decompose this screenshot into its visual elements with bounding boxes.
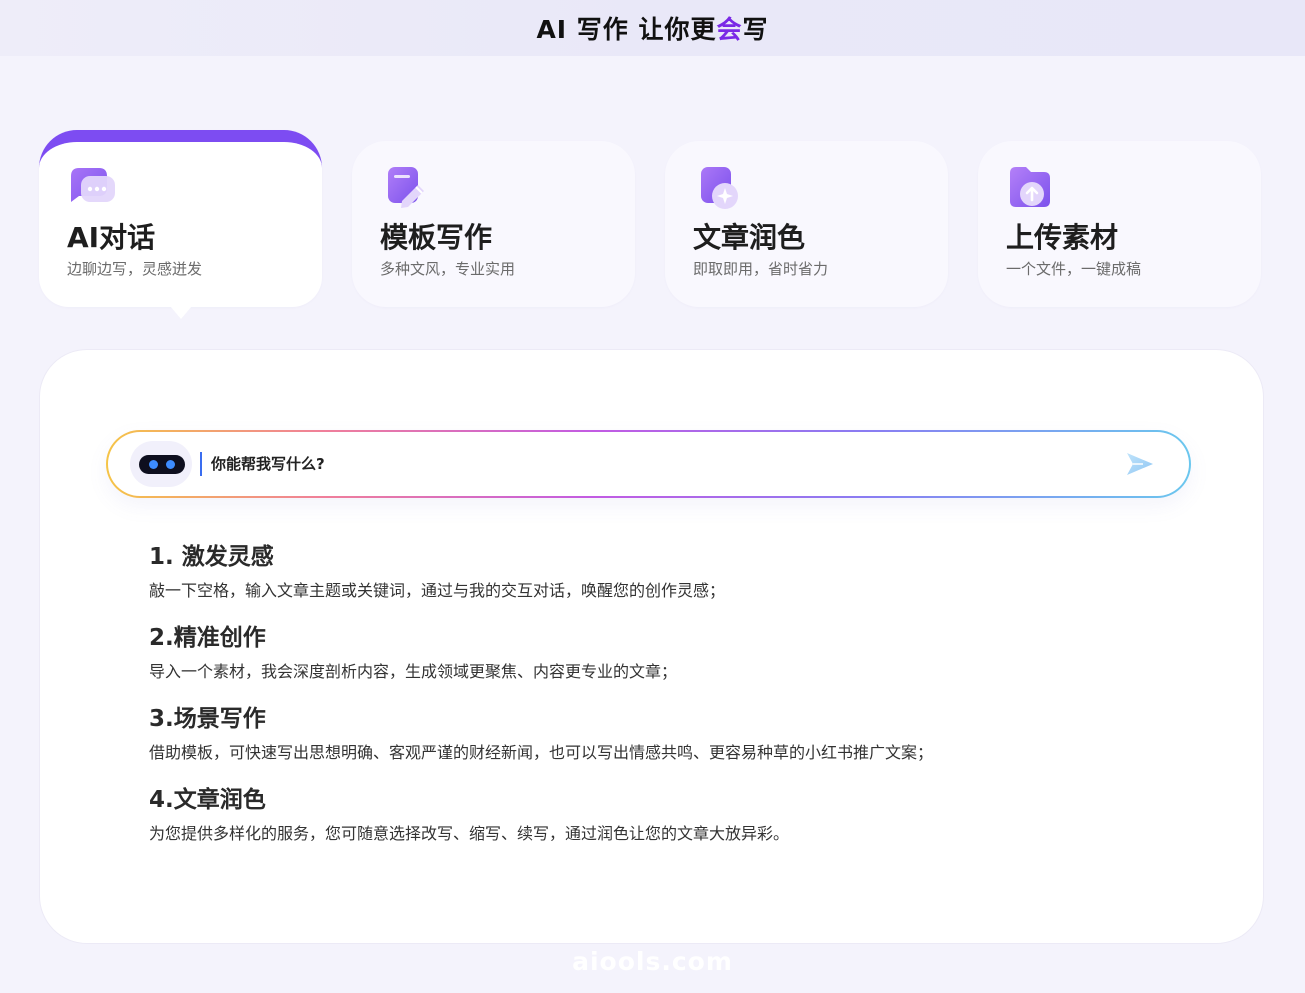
feature-subtitle: 边聊边写，灵感迸发 — [67, 260, 203, 278]
feature-subtitle: 一个文件，一键成稿 — [1006, 260, 1142, 278]
sparkle-document-icon — [701, 167, 738, 209]
feature-card-upload-material[interactable]: 上传素材 一个文件，一键成稿 — [978, 141, 1261, 307]
feature-title: 模板写作 — [380, 221, 493, 254]
tip-description: 为您提供多样化的服务，您可随意选择改写、缩写、续写，通过润色让您的文章大放异彩。 — [149, 824, 790, 843]
send-icon[interactable] — [1125, 451, 1155, 477]
feature-subtitle: 多种文风，专业实用 — [380, 260, 516, 278]
tip-description: 导入一个素材，我会深度剖析内容，生成领域更聚焦、内容更专业的文章； — [149, 662, 678, 681]
feature-card-template-writing[interactable]: 模板写作 多种文风，专业实用 — [352, 141, 635, 307]
tip-item-article-polish: 4.文章润色 为您提供多样化的服务，您可随意选择改写、缩写、续写，通过润色让您的… — [149, 780, 789, 844]
active-card-pointer — [170, 306, 192, 319]
watermark-text: aiools.com — [572, 947, 733, 976]
chat-input[interactable] — [209, 449, 1113, 479]
feature-subtitle: 即取即用，省时省力 — [693, 260, 829, 278]
title-prefix: AI 写作 让你更 — [536, 15, 717, 44]
upload-folder-icon — [1010, 167, 1050, 207]
document-edit-icon — [388, 167, 424, 208]
feature-title: 文章润色 — [693, 221, 806, 254]
page-title: AI 写作 让你更会写 — [0, 10, 1305, 46]
feature-card-article-polish[interactable]: 文章润色 即取即用，省时省力 — [665, 141, 948, 307]
chat-input-box[interactable] — [106, 430, 1191, 498]
tip-title: 4.文章润色 — [149, 787, 266, 813]
tip-description: 借助模板，可快速写出思想明确、客观严谨的财经新闻，也可以写出情感共鸣、更容易种草… — [149, 743, 934, 762]
title-suffix: 写 — [742, 15, 769, 44]
tip-item-scene-writing: 3.场景写作 借助模板，可快速写出思想明确、客观严谨的财经新闻，也可以写出情感共… — [149, 699, 933, 763]
feature-title: AI对话 — [67, 221, 156, 254]
chat-bubble-icon — [71, 168, 115, 202]
tip-item-precise-creation: 2.精准创作 导入一个素材，我会深度剖析内容，生成领域更聚焦、内容更专业的文章； — [149, 618, 677, 682]
title-accent: 会 — [716, 15, 743, 44]
tip-title: 3.场景写作 — [149, 706, 266, 732]
tip-description: 敲一下空格，输入文章主题或关键词，通过与我的交互对话，唤醒您的创作灵感； — [149, 581, 726, 600]
tip-item-inspiration: 1. 激发灵感 敲一下空格，输入文章主题或关键词，通过与我的交互对话，唤醒您的创… — [149, 537, 725, 601]
tip-title: 2.精准创作 — [149, 625, 266, 651]
feature-card-ai-chat[interactable]: AI对话 边聊边写，灵感迸发 — [39, 130, 322, 307]
feature-title: 上传素材 — [1006, 221, 1119, 254]
tip-title: 1. 激发灵感 — [149, 544, 274, 570]
text-caret — [200, 452, 202, 476]
robot-icon — [130, 441, 192, 487]
